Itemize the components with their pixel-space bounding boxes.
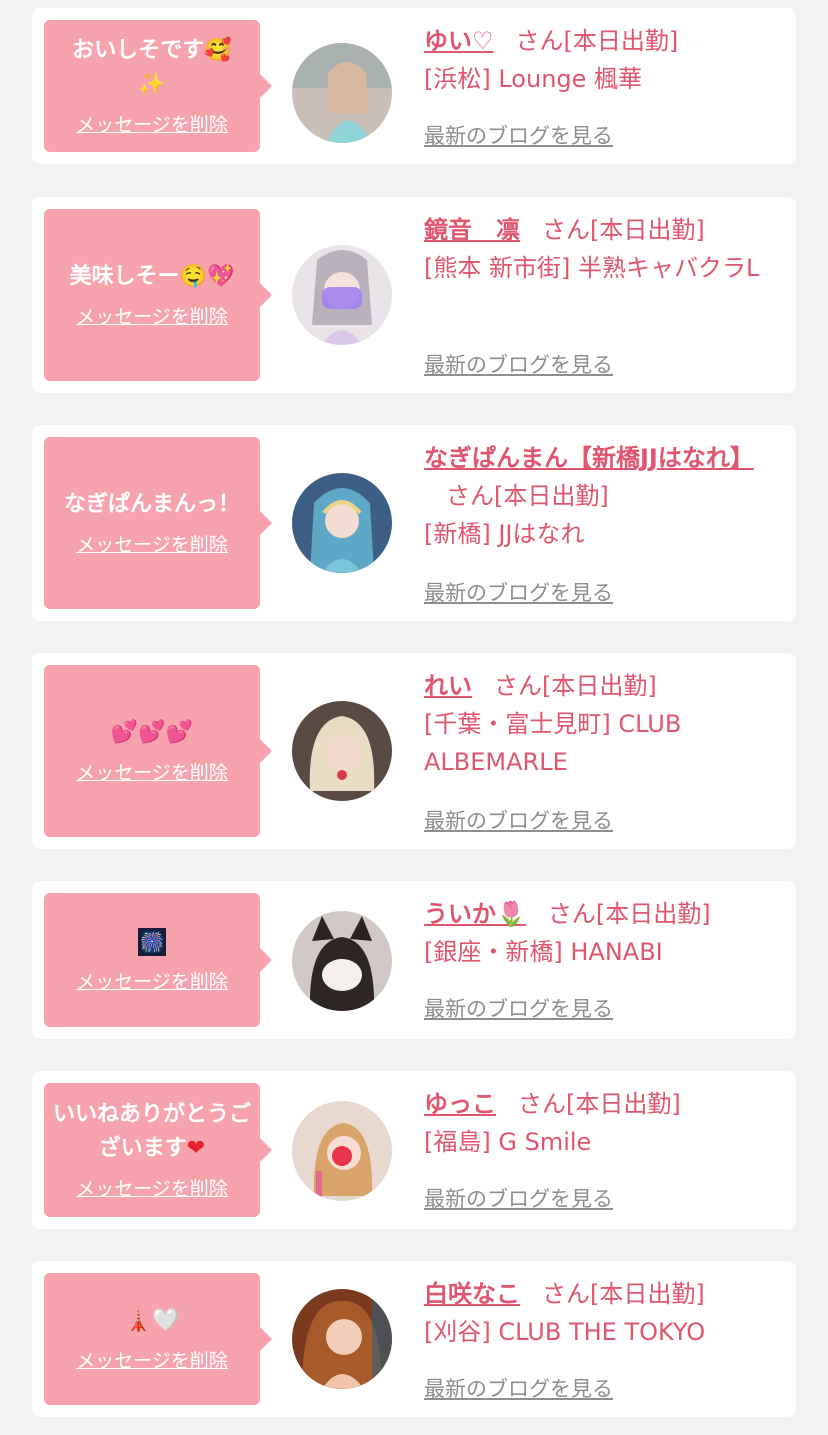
white-heart-icon: 🤍 [152,1307,180,1333]
name-line: ういか🌷 さん[本日出勤] [424,895,778,933]
cast-info: 鏡音 凛さん[本日出勤] [熊本 新市街] 半熟キャバクラL [424,211,778,287]
two-hearts-icon: 💕 [138,719,166,745]
shop-name: [千葉・富士見町] CLUB ALBEMARLE [424,710,682,776]
message-card: 🎆 メッセージを削除 ういか🌷 さん[本日出勤] [銀座・新橋] HANABI 最… [32,881,796,1039]
shop-name: [熊本 新市街] 半熟キャバクラL [424,254,760,282]
delete-message-link[interactable]: メッセージを削除 [76,758,228,785]
cast-name-text: ういか [424,900,496,928]
name-line: ゆっこ さん[本日出勤] [424,1085,778,1123]
message-card: 美味しそー🤤💖 メッセージを削除 鏡音 凛さん[本日出勤] [熊本 新市街] 半… [32,197,796,393]
name-line: なぎぱんまん【新橋JJはなれ】さん[本日出勤] [424,439,778,515]
message-card: いいねありがとうございます❤ メッセージを削除 ゆっこ さん[本日出勤] [福島]… [32,1071,796,1229]
shop-name: [浜松] Lounge 楓華 [424,65,643,93]
smiling-face-hearts-icon: 🥰 [204,37,232,63]
name-line: 鏡音 凛さん[本日出勤] [424,211,778,249]
two-hearts-icon: 💕 [165,719,194,745]
cast-info: ゆい♡ さん[本日出勤] [浜松] Lounge 楓華 [424,22,778,98]
message-bubble: 🗼🤍 メッセージを削除 [44,1273,272,1405]
message-bubble: いいねありがとうございます❤ メッセージを削除 [44,1083,272,1217]
avatar[interactable] [292,473,392,573]
message-bubble: 🎆 メッセージを削除 [44,893,272,1027]
cast-status: さん[本日出勤] [518,1090,681,1118]
delete-message-link[interactable]: メッセージを削除 [76,1346,228,1373]
shop-name: [刈谷] CLUB THE TOKYO [424,1318,706,1346]
tokyo-tower-icon: 🗼 [124,1307,152,1333]
message-text: 🗼🤍 [52,1304,252,1338]
delete-message-link[interactable]: メッセージを削除 [76,302,228,329]
message-body: 美味しそー [69,263,180,289]
cast-info: なぎぱんまん【新橋JJはなれ】さん[本日出勤] [新橋] JJはなれ [424,439,778,553]
sparkling-heart-icon: 💖 [207,263,235,289]
delete-message-link[interactable]: メッセージを削除 [76,967,228,994]
message-text: 💕💕💕 [52,716,252,750]
shop-name: [新橋] JJはなれ [424,520,585,548]
cast-name-link[interactable]: 鏡音 凛 [424,216,520,244]
message-text: なぎぱんまんっ！ [63,491,240,517]
name-line: 白咲なこ さん[本日出勤] [424,1275,778,1313]
red-heart-icon: ❤ [186,1135,206,1161]
cast-status: さん[本日出勤] [542,1280,705,1308]
latest-blog-link[interactable]: 最新のブログを見る [424,349,613,379]
cast-status: さん[本日出勤] [446,482,609,510]
message-bubble: おいしそです🥰 ✨ メッセージを削除 [44,20,272,152]
cast-status: さん[本日出勤] [547,900,711,928]
latest-blog-link[interactable]: 最新のブログを見る [424,1373,613,1403]
latest-blog-link[interactable]: 最新のブログを見る [424,993,613,1023]
cast-name-link[interactable]: 白咲なこ [424,1280,520,1308]
message-card: おいしそです🥰 ✨ メッセージを削除 ゆい♡ さん[本日出勤] [浜松] Loun… [32,8,796,164]
delete-message-link[interactable]: メッセージを削除 [76,530,228,557]
avatar[interactable] [292,701,392,801]
message-list: おいしそです🥰 ✨ メッセージを削除 ゆい♡ さん[本日出勤] [浜松] Loun… [0,0,828,1435]
sparkles-icon: ✨ [138,71,166,97]
latest-blog-link[interactable]: 最新のブログを見る [424,577,613,607]
cast-name-link[interactable]: ういか🌷 [424,900,526,928]
name-line: ゆい♡ さん[本日出勤] [424,22,778,60]
cast-name-link[interactable]: なぎぱんまん【新橋JJはなれ】 [424,444,754,472]
cast-name-link[interactable]: ゆい♡ [424,27,494,55]
name-line: れい さん[本日出勤] [424,667,778,705]
cast-status: さん[本日出勤] [515,27,679,55]
cast-info: れい さん[本日出勤] [千葉・富士見町] CLUB ALBEMARLE [424,667,778,781]
message-card: なぎぱんまんっ！ メッセージを削除 なぎぱんまん【新橋JJはなれ】さん[本日出勤… [32,425,796,621]
avatar[interactable] [292,245,392,345]
avatar[interactable] [292,43,392,143]
cast-info: ういか🌷 さん[本日出勤] [銀座・新橋] HANABI [424,895,778,971]
shop-name: [福島] G Smile [424,1128,592,1156]
latest-blog-link[interactable]: 最新のブログを見る [424,120,613,150]
delete-message-link[interactable]: メッセージを削除 [76,110,228,137]
cast-status: さん[本日出勤] [542,216,705,244]
cast-info: ゆっこ さん[本日出勤] [福島] G Smile [424,1085,778,1161]
message-text: おいしそです🥰 ✨ [52,34,252,102]
avatar[interactable] [292,911,392,1011]
message-text: 美味しそー🤤💖 [52,260,252,294]
delete-message-link[interactable]: メッセージを削除 [76,1174,228,1201]
tulip-icon: 🌷 [496,900,526,928]
avatar[interactable] [292,1101,392,1201]
message-body: いいねありがとうございます [52,1101,251,1161]
message-bubble: 💕💕💕 メッセージを削除 [44,665,272,837]
cast-name-link[interactable]: ゆっこ [424,1090,496,1118]
message-text: いいねありがとうございます❤ [52,1098,252,1166]
two-hearts-icon: 💕 [110,719,139,745]
latest-blog-link[interactable]: 最新のブログを見る [424,805,613,835]
message-card: 🗼🤍 メッセージを削除 白咲なこ さん[本日出勤] [刈谷] CLUB THE T… [32,1261,796,1417]
shop-name: [銀座・新橋] HANABI [424,938,663,966]
cast-status: さん[本日出勤] [494,672,657,700]
message-body: おいしそです [72,37,205,63]
latest-blog-link[interactable]: 最新のブログを見る [424,1183,613,1213]
message-text: 🎆 [52,925,252,959]
avatar[interactable] [292,1289,392,1389]
drooling-face-icon: 🤤 [179,263,207,289]
cast-info: 白咲なこ さん[本日出勤] [刈谷] CLUB THE TOKYO [424,1275,778,1351]
message-bubble: なぎぱんまんっ！ メッセージを削除 [44,437,272,609]
cast-name-link[interactable]: れい [424,672,472,700]
message-card: 💕💕💕 メッセージを削除 れい さん[本日出勤] [千葉・富士見町] CLUB A… [32,653,796,849]
message-bubble: 美味しそー🤤💖 メッセージを削除 [44,209,272,381]
fireworks-icon: 🎆 [138,927,166,956]
